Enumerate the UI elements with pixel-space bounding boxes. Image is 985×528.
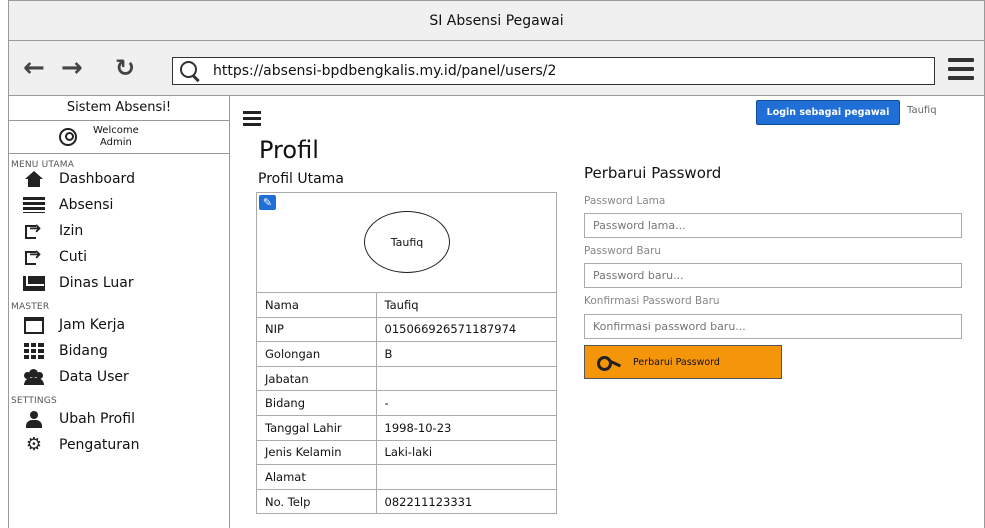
list-icon	[23, 197, 45, 213]
row-label: Jabatan	[257, 365, 377, 391]
users-icon	[23, 369, 45, 385]
row-value	[376, 365, 556, 391]
sign-out-icon	[25, 219, 43, 239]
gear-icon: ⚙	[25, 434, 43, 455]
browser-menu-icon[interactable]	[948, 58, 974, 80]
new-password-label: Password Baru	[584, 245, 661, 257]
sidebar-title: Sistem Absensi!	[9, 96, 229, 121]
sidebar-item-cuti[interactable]: Cuti	[9, 244, 229, 270]
confirm-password-field[interactable]	[584, 314, 962, 339]
sidebar-item-ubah-profil[interactable]: Ubah Profil	[9, 406, 229, 432]
sidebar-item-dashboard[interactable]: Dashboard	[9, 166, 229, 192]
user-circle-icon	[59, 128, 77, 146]
row-value: B	[376, 341, 556, 367]
url-text: https://absensi-bpdbengkalis.my.id/panel…	[213, 63, 557, 79]
user-icon	[25, 410, 43, 428]
table-row: Jabatan	[257, 365, 556, 391]
url-bar[interactable]: https://absensi-bpdbengkalis.my.id/panel…	[172, 57, 935, 85]
sidebar-item-data-user[interactable]: Data User	[9, 364, 229, 390]
table-row: No. Telp 082211123331	[257, 488, 556, 514]
sidebar-item-label: Bidang	[59, 343, 108, 359]
sidebar-item-label: Ubah Profil	[59, 411, 135, 427]
key-icon	[597, 355, 621, 371]
sidebar-item-label: Izin	[59, 223, 84, 239]
window-title: SI Absensi Pegawai	[429, 12, 564, 29]
avatar: Taufiq	[364, 211, 450, 273]
sidebar-user: Welcome Admin	[9, 121, 229, 154]
page-title: Profil	[259, 136, 319, 164]
row-value	[376, 464, 556, 490]
avatar-name: Taufiq	[390, 235, 424, 249]
table-row: Bidang -	[257, 390, 556, 416]
sign-out-icon	[25, 245, 43, 265]
sidebar-item-bidang[interactable]: Bidang	[9, 338, 229, 364]
login-as-employee-button[interactable]: Login sebagai pegawai	[756, 100, 900, 125]
home-icon	[24, 171, 44, 187]
row-label: Tanggal Lahir	[257, 414, 377, 441]
row-value: Taufiq	[376, 292, 556, 318]
table-row: Golongan B	[257, 341, 556, 367]
sidebar-item-label: Data User	[59, 369, 129, 385]
sidebar-toggle-icon[interactable]	[243, 111, 261, 126]
welcome-user: Admin	[99, 137, 132, 148]
reload-icon[interactable]: ↻	[115, 54, 135, 82]
row-value: 082211123331	[376, 488, 556, 514]
sidebar-item-label: Dashboard	[59, 171, 135, 187]
sidebar-item-absensi[interactable]: Absensi	[9, 192, 229, 218]
sidebar: Sistem Absensi! Welcome Admin MENU UTAMA…	[8, 96, 230, 528]
row-label: Jenis Kelamin	[257, 439, 377, 465]
row-label: No. Telp	[257, 488, 377, 514]
table-row: Nama Taufiq	[257, 292, 556, 318]
profile-table: Nama Taufiq NIP 015066926571187974 Golon…	[257, 292, 556, 514]
update-password-label: Perbarui Password	[633, 356, 720, 368]
back-arrow-icon[interactable]: ←	[23, 54, 45, 82]
row-value: 1998-10-23	[376, 414, 556, 441]
row-value: -	[376, 390, 556, 416]
welcome-text: Welcome	[93, 125, 139, 136]
confirm-password-label: Konfirmasi Password Baru	[584, 295, 720, 307]
sidebar-item-label: Dinas Luar	[59, 275, 134, 291]
table-row: Alamat	[257, 464, 556, 490]
window-title-bar: SI Absensi Pegawai	[8, 0, 985, 41]
edit-pencil-icon[interactable]: ✎	[259, 195, 276, 210]
new-password-field[interactable]	[584, 263, 962, 288]
sidebar-item-dinas-luar[interactable]: Dinas Luar	[9, 270, 229, 296]
password-section-title: Perbarui Password	[584, 164, 722, 182]
old-password-field[interactable]	[584, 213, 962, 238]
calendar-icon	[24, 316, 44, 334]
row-value: 015066926571187974	[376, 316, 556, 342]
grid-icon	[24, 343, 44, 359]
update-password-button[interactable]: Perbarui Password	[584, 345, 782, 379]
section-master: MASTER	[11, 302, 50, 312]
forward-arrow-icon[interactable]: →	[61, 54, 83, 82]
sidebar-item-label: Jam Kerja	[59, 317, 126, 333]
browser-toolbar: ← → ↻ https://absensi-bpdbengkalis.my.id…	[8, 41, 985, 96]
table-row: Jenis Kelamin Laki-laki	[257, 439, 556, 465]
row-label: Nama	[257, 292, 377, 318]
sidebar-item-jam-kerja[interactable]: Jam Kerja	[9, 312, 229, 338]
sidebar-item-izin[interactable]: Izin	[9, 218, 229, 244]
table-row: NIP 015066926571187974	[257, 316, 556, 342]
sidebar-item-label: Cuti	[59, 249, 88, 265]
search-icon	[179, 60, 205, 82]
old-password-label: Password Lama	[584, 195, 666, 207]
row-label: Alamat	[257, 464, 377, 490]
sidebar-item-label: Absensi	[59, 197, 114, 213]
table-row: Tanggal Lahir 1998-10-23	[257, 414, 556, 441]
envelope-icon	[23, 275, 45, 291]
profile-section-title: Profil Utama	[258, 171, 344, 187]
sidebar-item-pengaturan[interactable]: ⚙ Pengaturan	[9, 432, 229, 458]
row-label: Bidang	[257, 390, 377, 416]
topbar-username[interactable]: Taufiq	[907, 105, 937, 116]
section-settings: SETTINGS	[11, 396, 57, 406]
row-value: Laki-laki	[376, 439, 556, 465]
sidebar-item-label: Pengaturan	[59, 437, 140, 453]
row-label: NIP	[257, 316, 377, 342]
profile-card: ✎ Taufiq Nama Taufiq NIP 015066926571187…	[256, 192, 557, 514]
row-label: Golongan	[257, 341, 377, 367]
